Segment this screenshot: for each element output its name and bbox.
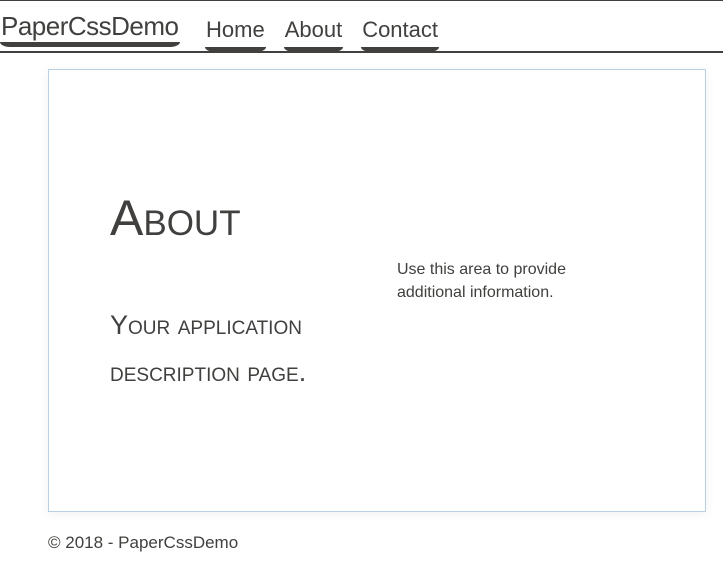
page-title: About bbox=[110, 190, 241, 246]
nav-link-home[interactable]: Home bbox=[205, 15, 266, 52]
nav-link-about[interactable]: About bbox=[283, 15, 344, 52]
side-note: Use this area to provide additional info… bbox=[397, 261, 566, 301]
top-navbar: PaperCssDemo Home About Contact bbox=[0, 0, 723, 53]
nav-link-contact[interactable]: Contact bbox=[361, 15, 439, 52]
brand-link[interactable]: PaperCssDemo bbox=[0, 9, 180, 47]
content-card: About Your application description page.… bbox=[48, 69, 706, 512]
main-nav: Home About Contact bbox=[205, 15, 439, 52]
page-description: Your application description page. bbox=[110, 310, 307, 387]
footer-copyright: © 2018 - PaperCssDemo bbox=[48, 533, 239, 552]
